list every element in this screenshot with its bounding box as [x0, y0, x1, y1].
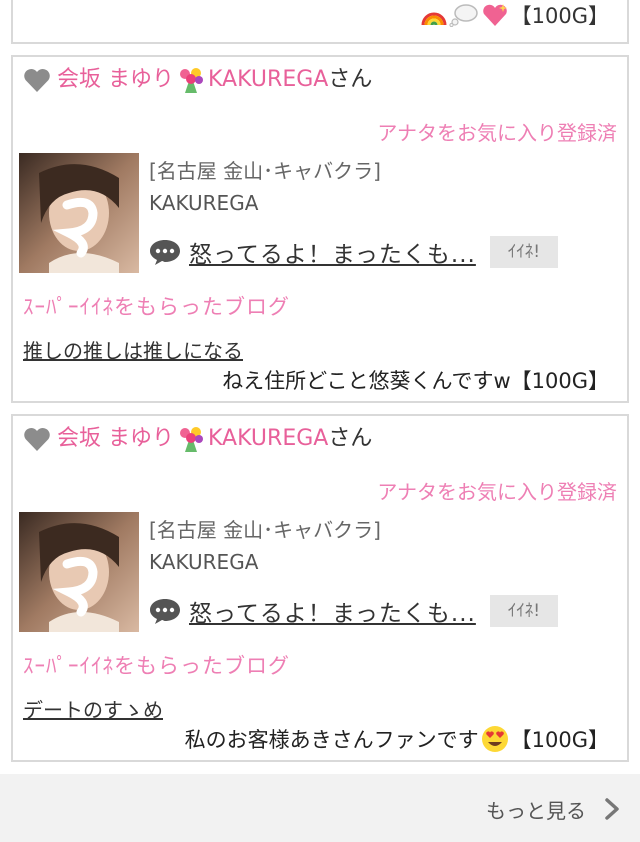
heart-eyes-emoji-icon — [481, 726, 508, 752]
shop-name: KAKUREGA — [149, 191, 259, 215]
category-label: [名古屋 金山･キャバクラ] — [149, 159, 381, 183]
top-comment-line: 【100G】 — [421, 0, 609, 30]
blog-comment: 私のお客様あきさんファンです 【100G】 — [185, 724, 609, 754]
iine-button[interactable]: ｲｲﾈ! — [489, 236, 558, 268]
super-iine-label: ｽｰﾊﾟｰｲｲﾈをもらったブログ — [23, 295, 290, 319]
blog-comment-text: 私のお客様あきさんファンです — [184, 728, 479, 752]
latest-comment-row: 怒ってるよ！まったくも... ｲｲﾈ! — [149, 594, 558, 628]
shop-name: KAKUREGA — [149, 550, 259, 574]
see-more-bar[interactable]: もっと見る — [0, 774, 640, 842]
bouquet-icon — [176, 424, 206, 454]
blog-card: 会坂 まゆり KAKUREGA さん アナタをお気に入り登録済 [名古屋 金山･… — [11, 55, 629, 403]
heart-icon[interactable] — [23, 67, 51, 93]
category-label: [名古屋 金山･キャバクラ] — [149, 518, 381, 542]
cast-name-row[interactable]: 会坂 まゆり KAKUREGA さん — [23, 424, 372, 454]
shop-tag[interactable]: KAKUREGA — [208, 65, 328, 95]
cast-name[interactable]: 会坂 まゆり — [57, 424, 174, 454]
shop-tag[interactable]: KAKUREGA — [208, 424, 328, 454]
iine-button[interactable]: ｲｲﾈ! — [489, 595, 558, 627]
blog-title-link[interactable]: デートのすゝめ — [23, 694, 163, 723]
super-iine-label: ｽｰﾊﾟｰｲｲﾈをもらったブログ — [23, 654, 290, 678]
honorific: さん — [328, 67, 373, 92]
cast-photo[interactable] — [19, 153, 139, 273]
blog-points: 【100G】 — [510, 369, 609, 393]
favorite-status: アナタをお気に入り登録済 — [377, 121, 617, 145]
latest-comment-link[interactable]: 怒ってるよ！まったくも... — [189, 235, 476, 269]
latest-comment-row: 怒ってるよ！まったくも... ｲｲﾈ! — [149, 235, 558, 269]
cast-photo[interactable] — [19, 512, 139, 632]
thought-bubble-icon — [449, 3, 479, 27]
blog-comment-text: ねえ住所どこと悠葵くんですw — [222, 369, 511, 393]
bouquet-icon — [176, 65, 206, 95]
top-points: 【100G】 — [510, 4, 609, 28]
cast-meta: [名古屋 金山･キャバクラ] KAKUREGA — [149, 514, 381, 578]
see-more-label[interactable]: もっと見る — [486, 795, 586, 824]
latest-comment-link[interactable]: 怒ってるよ！まったくも... — [189, 594, 476, 628]
cast-meta: [名古屋 金山･キャバクラ] KAKUREGA — [149, 155, 381, 219]
blog-card-partial: 【100G】 — [11, 0, 629, 44]
blog-comment: ねえ住所どこと悠葵くんですw 【100G】 — [222, 365, 609, 395]
blog-title-link[interactable]: 推しの推しは推しになる — [23, 335, 243, 364]
blog-points: 【100G】 — [510, 728, 609, 752]
honorific: さん — [328, 426, 373, 451]
rainbow-icon — [421, 3, 447, 27]
sparkling-heart-icon — [481, 2, 509, 28]
heart-icon[interactable] — [23, 426, 51, 452]
speech-bubble-icon — [150, 240, 180, 265]
cast-name-row[interactable]: 会坂 まゆり KAKUREGA さん — [23, 65, 372, 95]
speech-bubble-icon — [150, 599, 180, 624]
favorite-status: アナタをお気に入り登録済 — [377, 480, 617, 504]
cast-name[interactable]: 会坂 まゆり — [57, 65, 174, 95]
blog-card: 会坂 まゆり KAKUREGA さん アナタをお気に入り登録済 [名古屋 金山･… — [11, 414, 629, 762]
chevron-right-icon[interactable] — [604, 798, 620, 820]
